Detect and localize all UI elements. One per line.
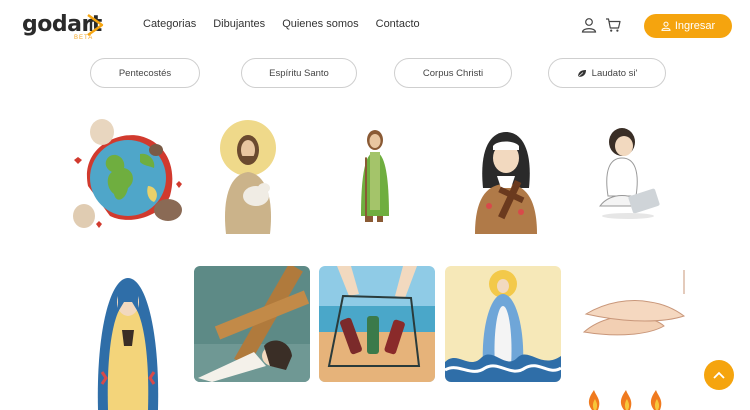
gallery-item-plastic-bottles[interactable] [319,266,435,382]
category-pentecostes[interactable]: Pentecostés [90,58,200,88]
gallery-item-earth[interactable] [70,116,188,234]
gallery-item-saint-teresa[interactable] [471,128,541,234]
cart-icon[interactable] [605,17,621,33]
category-espiritu-santo[interactable]: Espíritu Santo [241,58,357,88]
gallery-item-virgin-waves[interactable] [445,266,561,382]
logo-play-icon [87,14,104,36]
saint-joseph-illustration [361,130,389,222]
main-nav: Categorias Dibujantes Quienes somos Cont… [143,18,437,30]
nav-quienes-somos[interactable]: Quienes somos [282,18,358,30]
gallery-item-flames[interactable] [584,388,668,410]
category-label: Corpus Christi [422,67,484,79]
chevron-up-icon [713,371,725,379]
category-laudato-si[interactable]: Laudato si' [548,58,666,88]
site-header: godart BETA Categorias Dibujantes Quiene… [0,0,750,52]
gallery-item-jesus-fallen[interactable] [194,266,310,382]
good-shepherd-illustration [220,120,276,234]
gallery-item-good-shepherd[interactable] [218,118,278,234]
open-hands-illustration [582,270,686,336]
logo[interactable]: godart BETA [22,10,104,42]
category-label: Espíritu Santo [269,67,329,79]
category-label: Laudato si' [591,67,638,79]
earth-illustration [73,119,182,228]
virgin-waves-illustration [445,266,561,382]
scroll-top-button[interactable] [704,360,734,390]
nav-categorias[interactable]: Categorias [143,18,196,30]
saint-teresa-illustration [475,132,537,234]
nav-contacto[interactable]: Contacto [376,18,420,30]
leaf-icon [577,69,586,77]
gallery-item-young-man-laptop[interactable] [594,126,664,220]
login-label: Ingresar [674,20,716,32]
gallery-item-open-hands[interactable] [580,264,688,344]
user-icon [661,21,671,31]
nav-dibujantes[interactable]: Dibujantes [213,18,265,30]
gallery-item-saint-joseph[interactable] [355,126,395,226]
plastic-bottles-illustration [319,266,435,382]
login-button[interactable]: Ingresar [644,14,732,38]
virgin-guadalupe-illustration [97,278,159,410]
gallery-item-virgin-guadalupe[interactable] [92,272,164,410]
young-man-laptop-illustration [599,128,660,219]
category-corpus-christi[interactable]: Corpus Christi [394,58,512,88]
flames-illustration [588,390,662,410]
jesus-fallen-illustration [194,266,310,382]
user-icon[interactable] [581,17,597,33]
category-label: Pentecostés [118,67,172,79]
